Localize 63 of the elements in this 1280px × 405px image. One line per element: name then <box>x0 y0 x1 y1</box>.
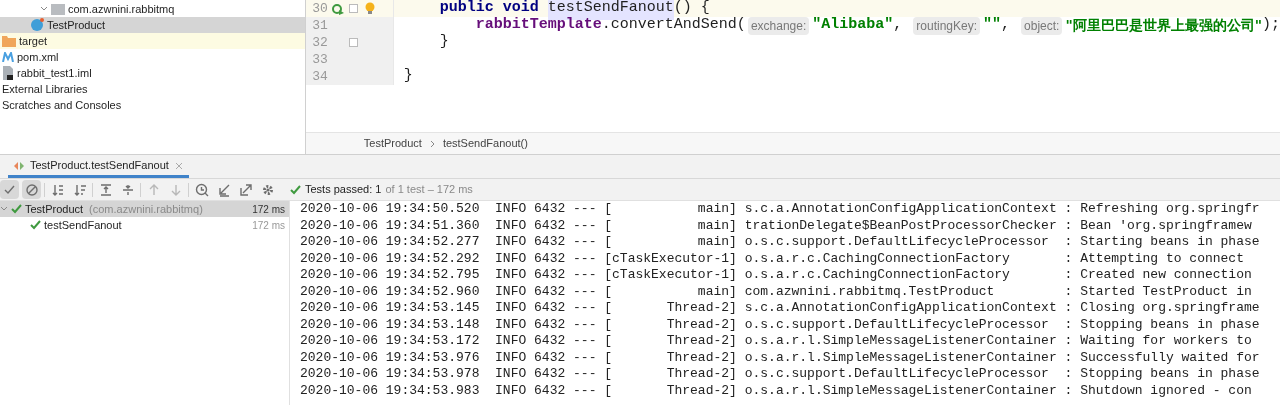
tree-item[interactable]: rabbit_test1.iml <box>0 65 305 81</box>
collapse-all-icon <box>120 182 135 197</box>
tree-item[interactable]: com.azwnini.rabbitmq <box>0 1 305 17</box>
code-token: ); <box>1262 15 1280 36</box>
close-icon <box>174 161 183 170</box>
console-line: 2020-10-06 19:34:53.148 INFO 6432 --- [ Thread-2] o.s.c.support.DefaultLifecycleProcessor : Stopping beans in phase <box>300 316 1261 333</box>
diamond-arrows-icon <box>14 161 24 170</box>
arrow-up-right-icon <box>238 182 253 197</box>
class-icon <box>30 18 44 32</box>
code-token: } <box>403 66 413 87</box>
console-line: 2020-10-06 19:34:52.960 INFO 6432 --- [ main] com.azwnini.rabbitmq.TestProduct : Started TestProduct in <box>300 283 1253 300</box>
code-token: , <box>1001 15 1012 36</box>
code-token: , <box>893 15 904 36</box>
arrow-down-left-icon <box>216 182 231 197</box>
check-icon <box>30 220 41 230</box>
console-line: 2020-10-06 19:34:53.172 INFO 6432 --- [ Thread-2] o.s.a.r.l.SimpleMessageListenerContainer : Waiting for workers to <box>300 333 1253 350</box>
console-line: 2020-10-06 19:34:53.976 INFO 6432 --- [ Thread-2] o.s.a.r.l.SimpleMessageListenerContainer : Successfully waited for <box>300 349 1261 366</box>
letter-m-icon <box>2 52 14 62</box>
folder-icon <box>51 3 65 15</box>
line-number: 32 <box>311 33 328 52</box>
breadcrumb[interactable]: testSendFanout() <box>442 135 528 152</box>
console-line: 2020-10-06 19:34:52.277 INFO 6432 --- [ main] o.s.c.support.DefaultLifecycleProcessor : Starting beans in phase <box>300 234 1261 251</box>
line-number: 30 <box>311 0 328 18</box>
breadcrumb[interactable]: TestProduct <box>363 135 422 152</box>
test-status: Tests passed: 1 <box>305 182 382 198</box>
console-line: 2020-10-06 19:34:52.795 INFO 6432 --- [cTaskExecutor-1] o.s.a.r.c.CachingConnectionFactory : Created new connection <box>300 267 1253 284</box>
code-token: "Alibaba" <box>812 15 894 36</box>
test-item[interactable]: testSendFanout 172 ms <box>0 217 289 233</box>
tree-item[interactable]: target <box>0 33 305 49</box>
sort-alpha-icon <box>50 182 65 197</box>
expand-all-icon <box>98 182 113 197</box>
code-token: } <box>438 32 449 53</box>
stop-sign-button[interactable] <box>22 180 41 199</box>
console-line: 2020-10-06 19:34:52.292 INFO 6432 --- [cTaskExecutor-1] o.s.a.r.c.CachingConnectionFactory : Attempting to connect <box>300 250 1245 267</box>
test-summary: of 1 test – 172 ms <box>385 182 473 198</box>
chevron-right-icon <box>429 139 435 148</box>
check-icon <box>290 184 301 195</box>
tree-item[interactable]: TestProduct <box>0 17 305 33</box>
tree-item[interactable]: Scratches and Consoles <box>0 97 305 113</box>
code-token: "阿里巴巴是世界上最强的公司" <box>1065 16 1262 35</box>
tree-item[interactable]: pom.xml <box>0 49 305 65</box>
line-number: 31 <box>311 16 328 35</box>
line-number: 34 <box>311 67 328 86</box>
console-line: 2020-10-06 19:34:51.360 INFO 6432 --- [ main] trationDelegate$BeanPostProcessorChecker : Bean 'org.springframew <box>300 217 1253 234</box>
check-button[interactable] <box>0 180 19 199</box>
console-line: 2020-10-06 19:34:53.978 INFO 6432 --- [ Thread-2] o.s.c.support.DefaultLifecycleProcessor : Stopping beans in phase <box>300 366 1261 383</box>
line-number: 33 <box>311 50 328 69</box>
chevron-down-icon <box>0 206 8 212</box>
folder-icon <box>2 35 16 47</box>
code-token: "" <box>983 15 1001 36</box>
file-icon <box>2 66 14 80</box>
stop-sign-icon <box>24 182 39 197</box>
code-token: public void <box>438 0 540 17</box>
tree-item[interactable]: External Libraries <box>0 81 305 97</box>
sort-lines-icon <box>72 182 87 197</box>
check-icon <box>11 204 22 214</box>
console-line: 2020-10-06 19:34:53.983 INFO 6432 --- [ Thread-2] o.s.a.r.l.SimpleMessageListenerContainer : Shutdown ignored - con <box>300 382 1253 399</box>
settings-icon <box>260 182 275 197</box>
clock-icon <box>194 182 209 197</box>
code-token: () { <box>673 0 710 17</box>
console-line: 2020-10-06 19:34:50.520 INFO 6432 --- [ main] s.c.a.AnnotationConfigApplicationContext : Refreshing org.springfr <box>300 201 1261 218</box>
test-item[interactable]: TestProduct (com.azwnini.rabbitmq) 172 ms <box>0 201 289 217</box>
console-line: 2020-10-06 19:34:53.145 INFO 6432 --- [ Thread-2] s.c.a.AnnotationConfigApplicationContext : Closing org.springframe <box>300 300 1261 317</box>
